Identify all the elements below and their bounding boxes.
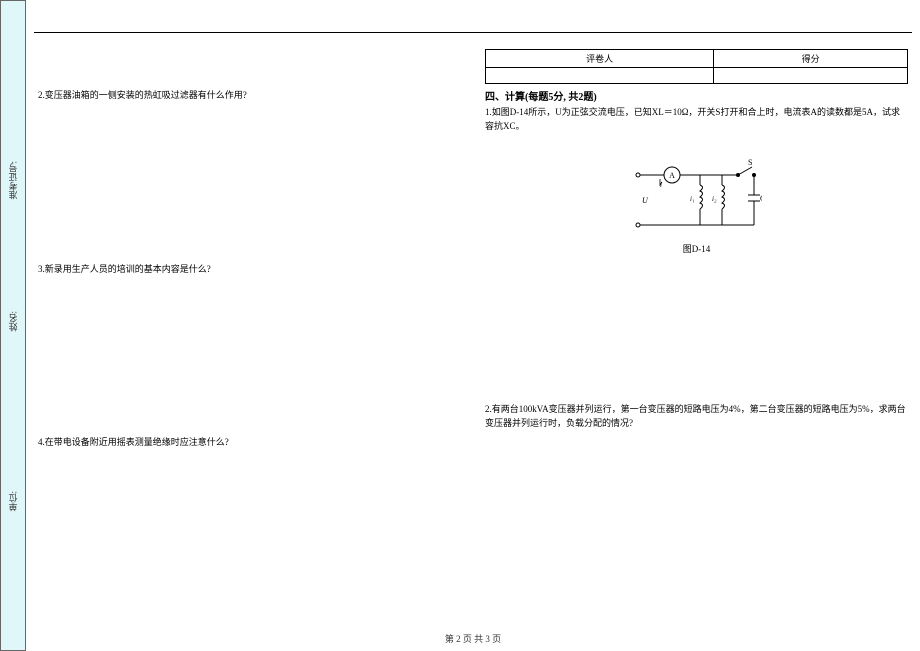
svg-text:A: A (669, 171, 675, 180)
page-wrap: 准考证号: 姓名: 单位: 2.变压器油箱的一侧安装的热虹吸过滤器有什么作用? … (0, 0, 920, 651)
page-footer: 第 2 页 共 3 页 (26, 632, 920, 645)
left-column: 2.变压器油箱的一侧安装的热虹吸过滤器有什么作用? 3.新录用生产人员的培训的基… (34, 49, 461, 460)
calc-question-2: 2.有两台100kVA变压器并列运行，第一台变压器的短路电压为4%，第二台变压器… (485, 403, 908, 430)
circuit-diagram-icon: A S C (632, 155, 762, 239)
grader-label-cell: 评卷人 (486, 50, 714, 68)
scoring-table: 评卷人 得分 (485, 49, 908, 84)
section-4-title: 四、计算(每题5分, 共2题) (485, 88, 908, 103)
right-column: 评卷人 得分 四、计算(每题5分, 共2题) 1.如图D-14所示，U为正弦交流… (485, 49, 912, 460)
calc-question-1: 1.如图D-14所示，U为正弦交流电压，已知XL＝10Ω，开关S打开和合上时，电… (485, 106, 908, 133)
circuit-caption: 图D-14 (683, 242, 711, 255)
svg-text:U: U (642, 196, 649, 205)
score-value-cell (714, 68, 908, 84)
svg-text:S: S (748, 158, 752, 167)
score-label-cell: 得分 (714, 50, 908, 68)
binding-margin: 准考证号: 姓名: 单位: (0, 0, 26, 651)
svg-text:i₁: i₁ (690, 195, 694, 203)
svg-text:C: C (760, 194, 762, 203)
question-2: 2.变压器油箱的一侧安装的热虹吸过滤器有什么作用? (38, 89, 461, 103)
binding-label-unit: 单位: (7, 491, 20, 512)
columns: 2.变压器油箱的一侧安装的热虹吸过滤器有什么作用? 3.新录用生产人员的培训的基… (34, 49, 912, 460)
content-area: 2.变压器油箱的一侧安装的热虹吸过滤器有什么作用? 3.新录用生产人员的培训的基… (26, 0, 920, 651)
question-3: 3.新录用生产人员的培训的基本内容是什么? (38, 263, 461, 277)
binding-label-examid: 准考证号: (7, 161, 20, 200)
question-4: 4.在带电设备附近用摇表测量绝缘时应注意什么? (38, 436, 461, 450)
svg-text:i₂: i₂ (712, 195, 717, 203)
binding-label-name: 姓名: (7, 311, 20, 332)
circuit-diagram-wrap: A S C (632, 155, 762, 255)
grader-value-cell (486, 68, 714, 84)
top-rule (34, 32, 912, 33)
